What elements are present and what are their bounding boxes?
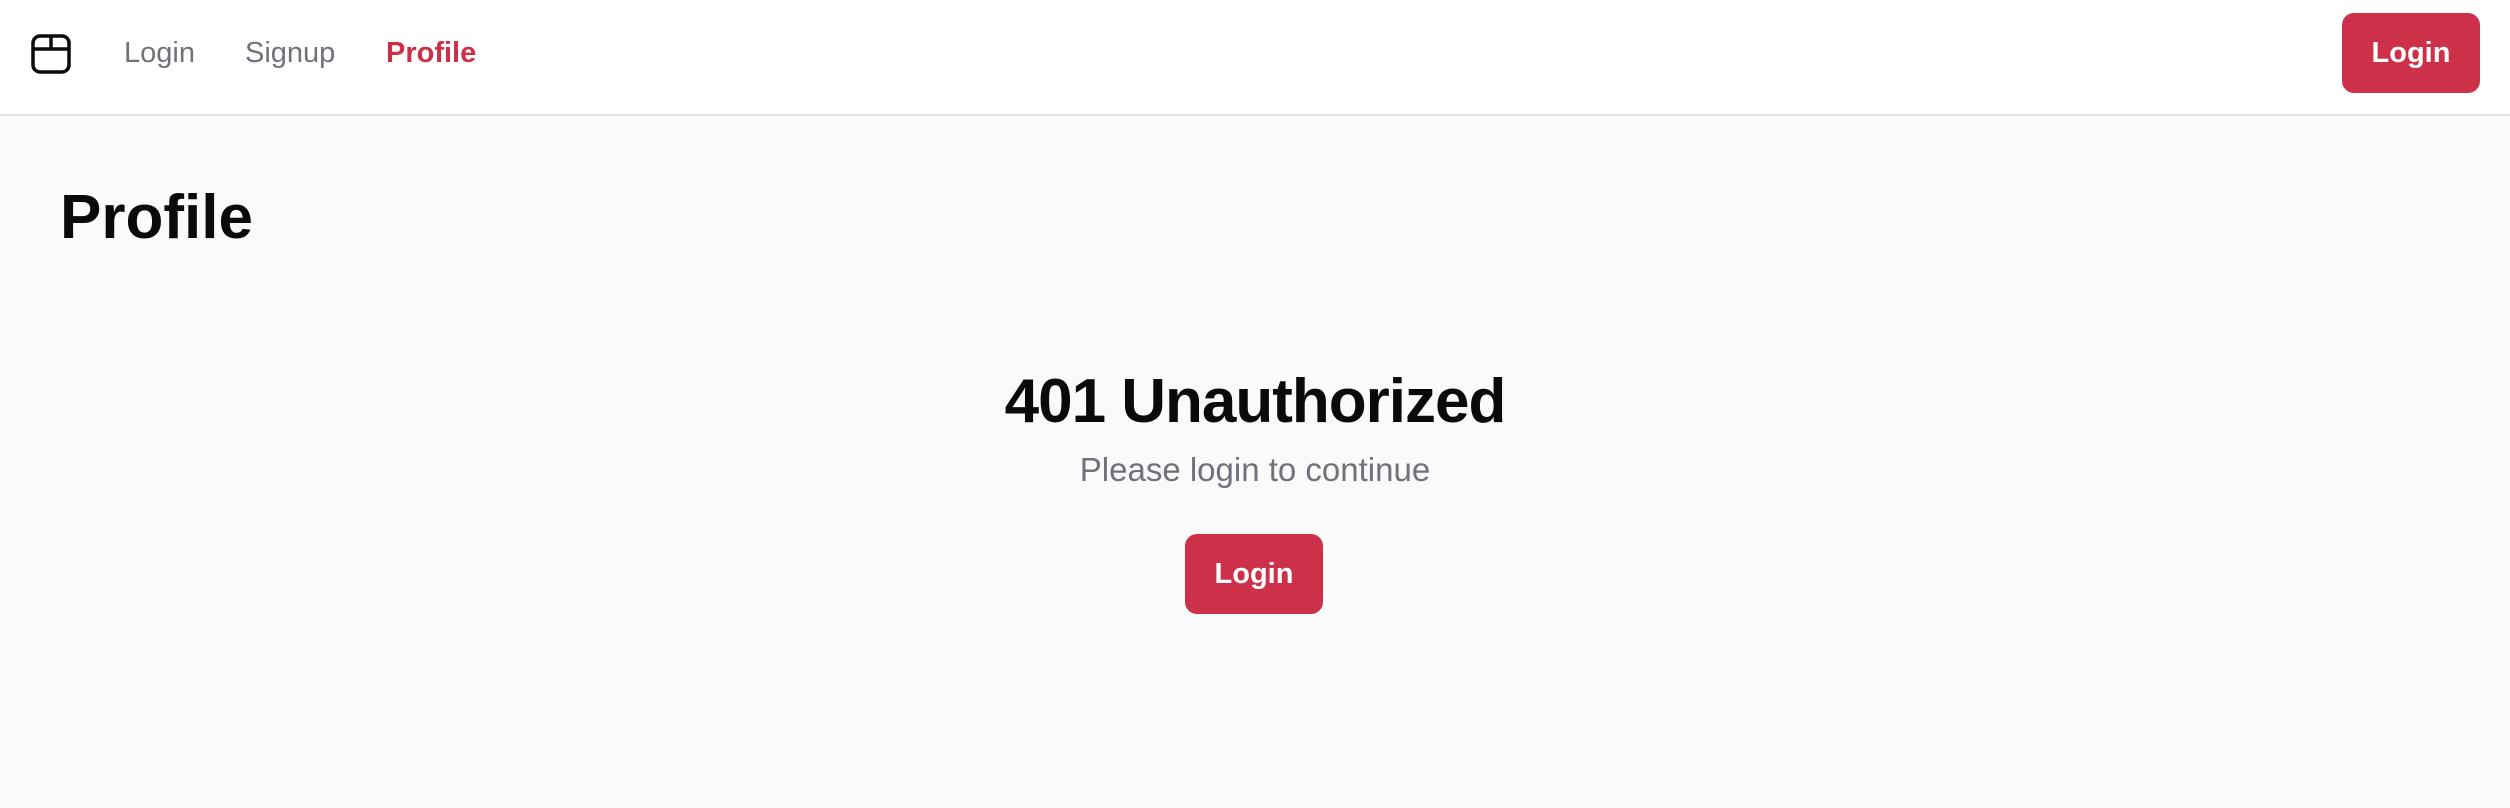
package-box-icon[interactable]: [30, 33, 72, 75]
navbar-login-button[interactable]: Login: [2342, 13, 2480, 93]
nav-link-login[interactable]: Login: [124, 34, 195, 72]
page-title: Profile: [60, 183, 253, 252]
nav-link-profile[interactable]: Profile: [386, 34, 476, 72]
error-message: Please login to continue: [1079, 451, 1431, 488]
navbar: Login Signup Profile Login: [0, 0, 2510, 116]
error-heading: 401 Unauthorized: [1004, 367, 1507, 436]
login-button[interactable]: Login: [1185, 534, 1323, 614]
nav-link-signup[interactable]: Signup: [245, 34, 335, 72]
